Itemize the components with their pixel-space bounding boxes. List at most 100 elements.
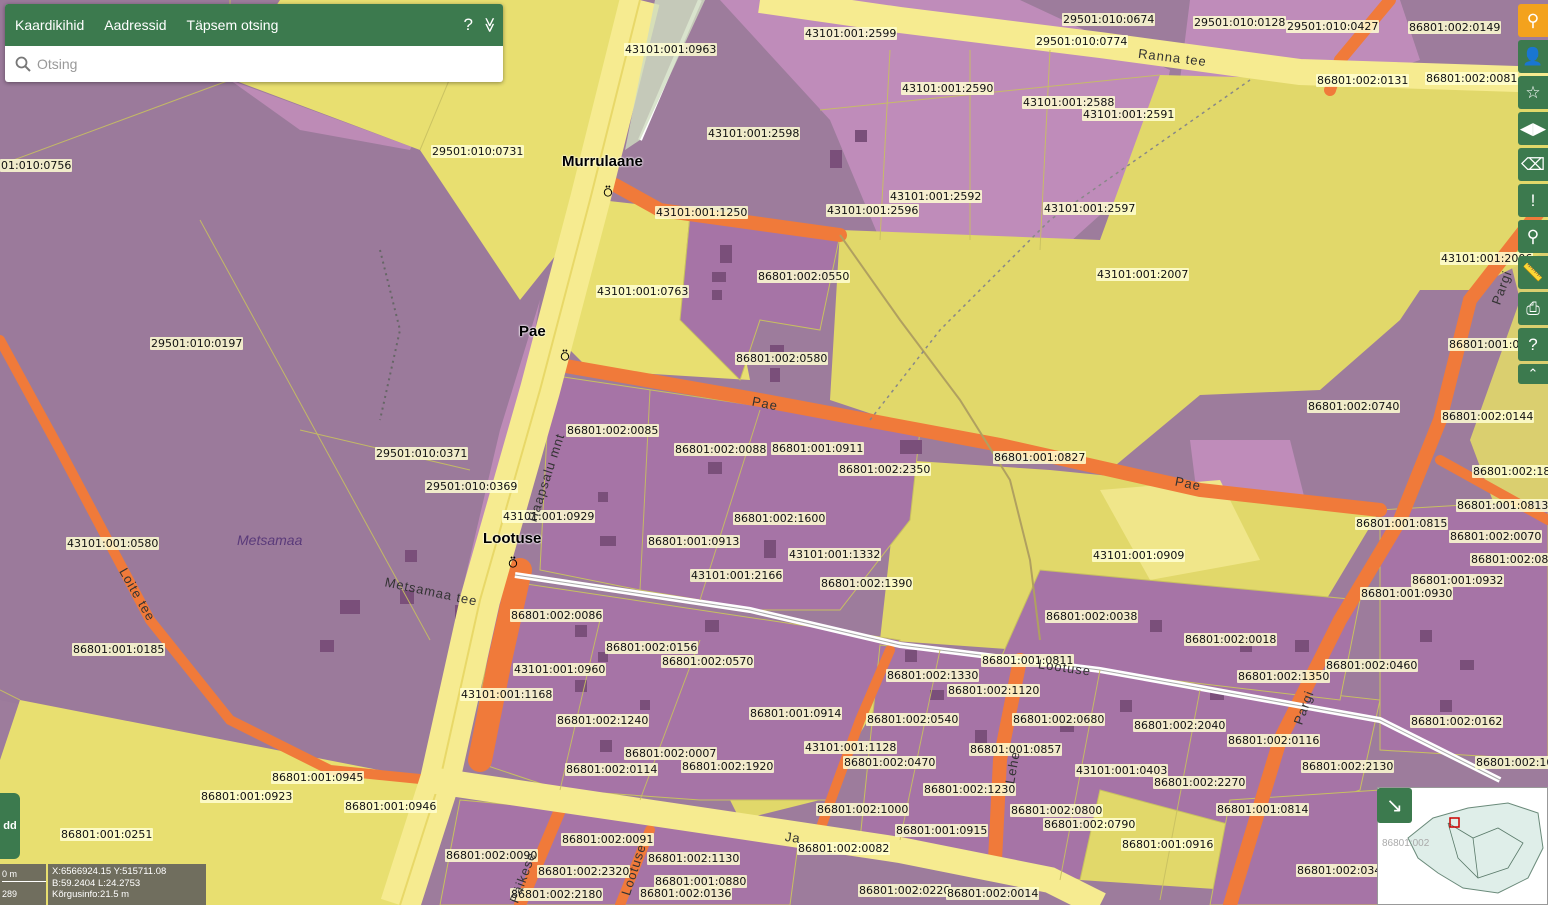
parcel-label[interactable]: 29501:010:0427 [1286, 20, 1380, 33]
ruler-icon[interactable]: 📏 [1518, 256, 1548, 289]
parcel-label[interactable]: 43101:001:2596 [826, 204, 920, 217]
parcel-label[interactable]: 86801:002:0038 [1045, 610, 1139, 623]
parcel-label[interactable]: 86801:002:1120 [947, 684, 1041, 697]
parcel-label[interactable]: 86801:001:0915 [895, 824, 989, 837]
parcel-label[interactable]: 86801:002:0136 [639, 887, 733, 900]
overview-toggle-icon[interactable]: ↘ [1377, 788, 1412, 823]
parcel-label[interactable]: 86801:002:0014 [946, 887, 1040, 900]
parcel-label[interactable]: 43101:001:2592 [889, 190, 983, 203]
parcel-label[interactable]: 86801:002:0149 [1408, 21, 1502, 34]
location-pin-icon[interactable]: ⚲ [1518, 220, 1548, 253]
parcel-label[interactable]: 86801:002:0790 [1043, 818, 1137, 831]
parcel-label[interactable]: 86801:002:0220 [858, 884, 952, 897]
parcel-label[interactable]: 86801:002:0570 [661, 655, 755, 668]
parcel-label[interactable]: 86801:002:1130 [647, 852, 741, 865]
parcel-label[interactable]: 86801:002:2130 [1301, 760, 1395, 773]
parcel-label[interactable]: 86801:002:0007 [624, 747, 718, 760]
parcel-label[interactable]: 43101:001:0929 [502, 510, 596, 523]
parcel-label[interactable]: 86801:002:2040 [1133, 719, 1227, 732]
tab-kaardikihid[interactable]: Kaardikihid [5, 17, 94, 33]
parcel-label[interactable]: 86801:002:0086 [510, 609, 604, 622]
parcel-label[interactable]: 43101:001:2591 [1082, 108, 1176, 121]
parcel-label[interactable]: 86801:002:2270 [1153, 776, 1247, 789]
feedback-icon[interactable]: ! [1518, 184, 1548, 217]
parcel-label[interactable]: 43101:001:2597 [1043, 202, 1137, 215]
parcel-label[interactable]: 43101:001:0909 [1092, 549, 1186, 562]
parcel-label[interactable]: 86801:002:0156 [605, 641, 699, 654]
parcel-label[interactable]: 29501:010:0371 [375, 447, 469, 460]
parcel-label[interactable]: 43101:001:1168 [460, 688, 554, 701]
parcel-label[interactable]: 86801:001:0911 [771, 442, 865, 455]
parcel-label[interactable]: 43101:001:1250 [655, 206, 749, 219]
parcel-label[interactable]: 86801:002:0800 [1010, 804, 1104, 817]
parcel-label[interactable]: 86801:001:0827 [993, 451, 1087, 464]
collapse-chevron-icon[interactable]: ≫ [468, 17, 503, 33]
search-input[interactable] [35, 48, 479, 80]
parcel-label[interactable]: 86801:002:0162 [1410, 715, 1504, 728]
bus-stop-icon[interactable]: ⍥ [558, 349, 572, 363]
parcel-label[interactable]: 86801:002:1240 [556, 714, 650, 727]
parcel-label[interactable]: 86801:002:0114 [565, 763, 659, 776]
parcel-label[interactable]: 86801:001:0932 [1411, 574, 1505, 587]
parcel-label[interactable]: 29501:010:0369 [425, 480, 519, 493]
parcel-label[interactable]: 43101:001:2599 [804, 27, 898, 40]
layers-location-icon[interactable]: ⚲ [1518, 4, 1548, 37]
bus-stop-icon[interactable]: ⍥ [601, 185, 615, 199]
parcel-label[interactable]: 01:010:0756 [0, 159, 73, 172]
parcel-label[interactable]: 86801:002:1000 [816, 803, 910, 816]
user-icon[interactable]: 👤 [1518, 40, 1548, 73]
compare-icon[interactable]: ◀▶ [1518, 112, 1548, 145]
parcel-label[interactable]: 86801:002:0018 [1184, 633, 1278, 646]
parcel-label[interactable]: 86801:001:0923 [200, 790, 294, 803]
parcel-label[interactable]: 86801:002:0540 [866, 713, 960, 726]
parcel-label[interactable]: 86801:001:0945 [271, 771, 365, 784]
parcel-label[interactable]: 86801:002:1350 [1237, 670, 1331, 683]
side-panel-button[interactable]: dd [0, 793, 20, 859]
parcel-label[interactable]: 86801:002:0740 [1307, 400, 1401, 413]
parcel-label[interactable]: 86801:002:1390 [820, 577, 914, 590]
tab-aadressid[interactable]: Aadressid [94, 17, 176, 33]
parcel-label[interactable]: 43101:001:0960 [513, 663, 607, 676]
parcel-label[interactable]: 86801:001:0930 [1360, 587, 1454, 600]
bus-stop-icon[interactable]: ⍥ [506, 556, 520, 570]
parcel-label[interactable]: 86801:001:0814 [1216, 803, 1310, 816]
parcel-label[interactable]: 86801:001:0914 [749, 707, 843, 720]
parcel-label[interactable]: 86801:002:0082 [797, 842, 891, 855]
parcel-label[interactable]: 29501:010:0674 [1062, 13, 1156, 26]
parcel-label[interactable]: 86801:002:0144 [1441, 410, 1535, 423]
parcel-label[interactable]: 86801:002:0088 [674, 443, 768, 456]
parcel-label[interactable]: 86801:001:0813 [1456, 499, 1548, 512]
parcel-label[interactable]: 86801:002:187 [1472, 465, 1548, 478]
parcel-label[interactable]: 86801:001:0913 [647, 535, 741, 548]
parcel-label[interactable]: 43101:001:0580 [66, 537, 160, 550]
parcel-label[interactable]: 29501:010:0774 [1035, 35, 1129, 48]
parcel-label[interactable]: 43101:001:2166 [690, 569, 784, 582]
parcel-label[interactable]: 86801:002:0131 [1316, 74, 1410, 87]
parcel-label[interactable]: 86801:001:0946 [344, 800, 438, 813]
parcel-label[interactable]: 29501:010:0197 [150, 337, 244, 350]
parcel-label[interactable]: 86801:002:1600 [733, 512, 827, 525]
parcel-label[interactable]: 86801:002:1920 [681, 760, 775, 773]
parcel-label[interactable]: 86801:002:0870 [1470, 553, 1548, 566]
parcel-label[interactable]: 43101:001:2007 [1096, 268, 1190, 281]
parcel-label[interactable]: 86801:002:1230 [923, 783, 1017, 796]
parcel-label[interactable]: 43101:001:1128 [804, 741, 898, 754]
parcel-label[interactable]: 43101:001:1332 [788, 548, 882, 561]
parcel-label[interactable]: 43101:001:2598 [707, 127, 801, 140]
parcel-label[interactable]: 86801:001:0251 [60, 828, 154, 841]
eraser-icon[interactable]: ⌫ [1518, 148, 1548, 181]
parcel-label[interactable]: 86801:002:0550 [757, 270, 851, 283]
tab-tapsem-otsing[interactable]: Täpsem otsing [177, 17, 289, 33]
parcel-label[interactable]: 29501:010:0128 [1193, 16, 1287, 29]
parcel-label[interactable]: 43101:001:2590 [901, 82, 995, 95]
parcel-label[interactable]: 86801:002:0680 [1012, 713, 1106, 726]
parcel-label[interactable]: 86801:002:0580 [735, 352, 829, 365]
parcel-label[interactable]: 86801:002:0340 [1296, 864, 1390, 877]
parcel-label[interactable]: 86801:002:2350 [838, 463, 932, 476]
parcel-label[interactable]: 86801:002:0470 [843, 756, 937, 769]
parcel-label[interactable]: 86801:001:0185 [72, 643, 166, 656]
parcel-label[interactable]: 86801:002:104 [1475, 756, 1548, 769]
parcel-label[interactable]: 86801:002:0116 [1227, 734, 1321, 747]
parcel-label[interactable]: 86801:002:0460 [1325, 659, 1419, 672]
parcel-label[interactable]: 43101:001:0963 [624, 43, 718, 56]
